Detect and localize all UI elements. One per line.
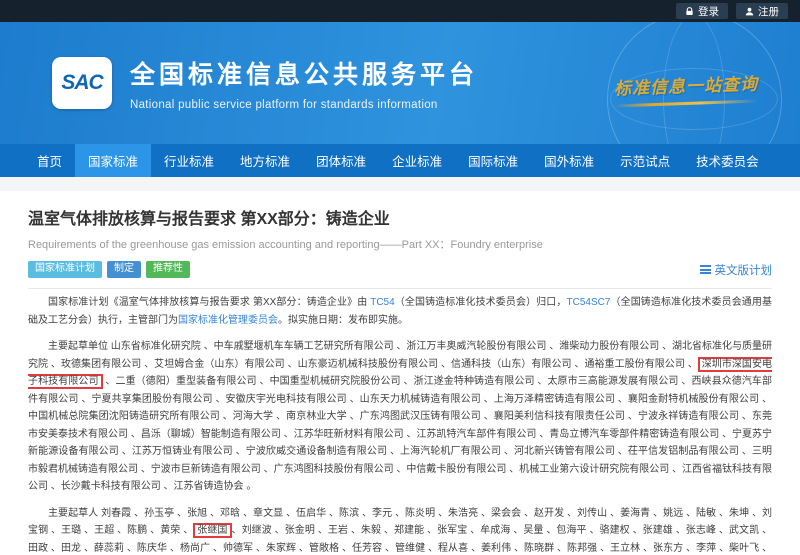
nav-item[interactable]: 示范试点 xyxy=(607,144,683,177)
nav-item[interactable]: 国际标准 xyxy=(455,144,531,177)
register-button[interactable]: 注册 xyxy=(736,3,788,19)
sac-logo[interactable]: SAC xyxy=(52,57,112,109)
text-segment: （全国铸造标准化技术委员会）归口， xyxy=(395,297,567,308)
english-version-label: 英文版计划 xyxy=(715,262,773,278)
english-version-link[interactable]: 英文版计划 xyxy=(700,262,773,278)
nav-item[interactable]: 地方标准 xyxy=(227,144,303,177)
inline-link[interactable]: TC54 xyxy=(370,297,394,308)
paragraph-drafters: 主要起草人 刘春霞 、孙玉亭 、张旭 、邓晗 、章文显 、伍启华 、陈滨 、李元… xyxy=(28,505,772,555)
nav-item[interactable]: 企业标准 xyxy=(379,144,455,177)
topbar: 登录 注册 xyxy=(0,0,800,22)
status-badge: 推荐性 xyxy=(146,261,190,278)
paragraph-plan-info: 国家标准计划《温室气体排放核算与报告要求 第XX部分：铸造企业》由 TC54（全… xyxy=(28,294,772,329)
nav-item[interactable]: 技术委员会 xyxy=(683,144,772,177)
nav-item[interactable]: 首页 xyxy=(24,144,75,177)
inline-link[interactable]: 国家标准化管理委员会 xyxy=(178,315,278,326)
content: 温室气体排放核算与报告要求 第XX部分：铸造企业 Requirements of… xyxy=(0,191,800,555)
red-highlight-box: 张继国 xyxy=(193,523,231,538)
login-label: 登录 xyxy=(698,4,719,19)
nav-item[interactable]: 国家标准 xyxy=(75,144,151,177)
inline-link[interactable]: TC54SC7 xyxy=(566,297,610,308)
page-root: 登录 注册 SAC 全国标准信息公共服务平台 National public s… xyxy=(0,0,800,555)
lock-icon xyxy=(685,7,694,16)
divider xyxy=(28,288,772,289)
status-badge: 国家标准计划 xyxy=(28,261,102,278)
page-subtitle-en: Requirements of the greenhouse gas emiss… xyxy=(28,236,772,252)
register-label: 注册 xyxy=(758,4,779,19)
user-icon xyxy=(745,7,754,16)
nav-item[interactable]: 行业标准 xyxy=(151,144,227,177)
page-title: 温室气体排放核算与报告要求 第XX部分：铸造企业 xyxy=(28,205,772,229)
nav-item[interactable]: 国外标准 xyxy=(531,144,607,177)
site-header: SAC 全国标准信息公共服务平台 National public service… xyxy=(0,22,800,144)
paragraph-drafting-units: 主要起草单位 山东省标准化研究院 、中车戚墅堰机车车辆工艺研究所有限公司 、浙江… xyxy=(28,338,772,496)
site-title: 全国标准信息公共服务平台 xyxy=(130,55,478,91)
nav-item[interactable]: 团体标准 xyxy=(303,144,379,177)
slogan: 标准信息一站查询 xyxy=(614,72,758,105)
slogan-text: 标准信息一站查询 xyxy=(614,69,759,99)
site-subtitle-en: National public service platform for sta… xyxy=(130,99,478,111)
text-segment: 。拟实施日期：发布即实施。 xyxy=(278,315,408,326)
meta-row: 国家标准计划制定推荐性 英文版计划 xyxy=(28,261,772,278)
list-icon xyxy=(700,264,711,276)
text-segment: 国家标准计划《温室气体排放核算与报告要求 第XX部分：铸造企业》由 xyxy=(48,297,370,308)
content-separator xyxy=(0,177,800,191)
badge-row: 国家标准计划制定推荐性 xyxy=(28,261,195,278)
text-segment: 、二重（德阳）重型装备有限公司 、中国重型机械研究院股份公司 、浙江遂金特种铸造… xyxy=(28,376,772,492)
header-titles: 全国标准信息公共服务平台 National public service pla… xyxy=(130,55,478,111)
main-nav: 首页国家标准行业标准地方标准团体标准企业标准国际标准国外标准示范试点技术委员会 xyxy=(0,144,800,177)
status-badge: 制定 xyxy=(107,261,141,278)
sac-logo-text: SAC xyxy=(61,71,102,95)
text-segment: 主要起草单位 山东省标准化研究院 、中车戚墅堰机车车辆工艺研究所有限公司 、浙江… xyxy=(28,341,772,370)
login-button[interactable]: 登录 xyxy=(676,3,728,19)
